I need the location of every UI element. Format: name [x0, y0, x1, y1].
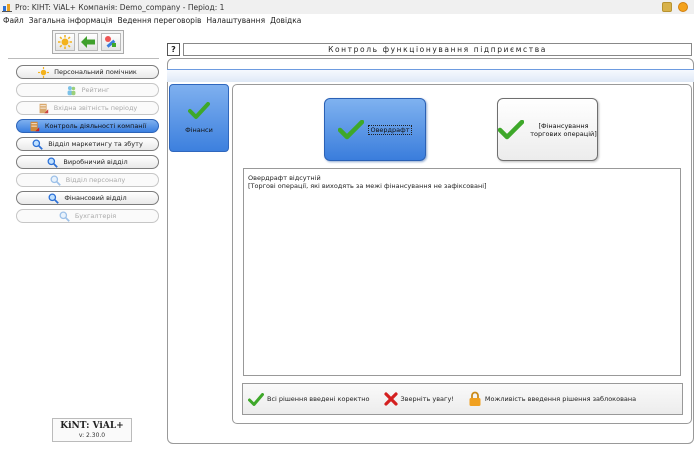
overdraft-label: Овердрафт — [368, 124, 412, 135]
legend-locked: Можливість введення рішення заблокована — [468, 391, 636, 407]
nav-label: Вхідна звітність періоду — [53, 104, 138, 112]
message-line: [Торгові операції, які виходять за межі … — [248, 182, 487, 190]
toolbar-divider — [8, 58, 159, 59]
magnifier-icon — [47, 157, 59, 168]
message-box: Овердрафт відсутній [Торгові операції, я… — [243, 168, 681, 376]
nav-label: Контроль діяльності компанії — [44, 122, 147, 130]
nav-personal-assistant[interactable]: Персональний помічник — [16, 65, 159, 79]
nav-label: Відділ персоналу — [65, 176, 126, 184]
close-button[interactable] — [678, 2, 688, 12]
message-line: Овердрафт відсутній — [248, 174, 321, 182]
legend-attention-label: Зверніть увагу! — [400, 395, 454, 403]
legend-locked-label: Можливість введення рішення заблокована — [484, 395, 637, 403]
magnifier-icon — [50, 175, 61, 186]
header-strip: Контроль функціонування підприємства — [183, 43, 692, 56]
app-icon — [2, 4, 12, 12]
trade-financing-button[interactable]: [Фінансування торгових операцій] — [497, 98, 598, 161]
left-toolbar — [52, 30, 124, 54]
app-version: v: 2.30.0 — [78, 432, 106, 439]
tools-tool-button[interactable] — [101, 33, 122, 51]
nav-company-control[interactable]: Контроль діяльності компанії — [16, 119, 159, 133]
check-icon — [498, 119, 525, 139]
tools-icon — [105, 36, 117, 48]
legend-attention: Зверніть увагу! — [383, 392, 454, 406]
nav-label: Відділ маркетингу та збуту — [48, 140, 143, 148]
nav-accounting[interactable]: Бухгалтерія — [16, 209, 159, 223]
nav-label: Виробничий відділ — [63, 158, 128, 166]
check-icon — [248, 392, 264, 406]
tab-finance[interactable]: Фінанси — [169, 84, 229, 152]
sun-icon — [38, 66, 50, 78]
help-button[interactable]: ? — [167, 43, 180, 56]
tab-band — [167, 69, 694, 82]
nav-label: Рейтинг — [81, 86, 110, 94]
minimize-button[interactable] — [662, 2, 672, 12]
back-tool-button[interactable] — [77, 33, 98, 51]
arrow-left-icon — [80, 36, 95, 48]
nav-label: Бухгалтерія — [74, 212, 117, 220]
menu-file[interactable]: Файл — [3, 16, 24, 25]
tab-label: Фінанси — [185, 126, 213, 134]
legend-ok: Всі рішення введені коректно — [248, 392, 370, 406]
brand-name: KiNT: ViAL+ — [60, 421, 124, 431]
assistant-tool-button[interactable] — [54, 33, 75, 51]
nav-rating[interactable]: Рейтинг — [16, 83, 159, 97]
overdraft-button[interactable]: Овердрафт — [324, 98, 426, 161]
window-title: Pro: KIHT: ViAL+ Компанія: Demo_company … — [15, 2, 225, 12]
magnifier-icon — [48, 193, 60, 204]
magnifier-icon — [32, 139, 44, 150]
nav-personnel[interactable]: Відділ персоналу — [16, 173, 159, 187]
title-bar: Pro: KIHT: ViAL+ Компанія: Demo_company … — [0, 0, 694, 14]
trade-financing-label: [Фінансування торгових операцій] — [530, 121, 597, 138]
nav-incoming-reports[interactable]: Вхідна звітність періоду — [16, 101, 159, 115]
report-icon — [39, 103, 48, 113]
nav-finance[interactable]: Фінансовий відділ — [16, 191, 159, 205]
brand-box: KiNT: ViAL+ v: 2.30.0 — [52, 418, 132, 442]
menu-general-info[interactable]: Загальна інформація — [29, 16, 113, 25]
nav-label: Персональний помічник — [54, 68, 137, 76]
menu-negotiations[interactable]: Ведення переговорів — [117, 16, 201, 25]
left-panel: Персональний помічник Рейтинг Вхідна зві… — [8, 28, 159, 444]
people-icon — [67, 85, 76, 95]
cross-icon — [383, 392, 398, 406]
legend-ok-label: Всі рішення введені коректно — [267, 395, 370, 403]
nav-marketing-sales[interactable]: Відділ маркетингу та збуту — [16, 137, 159, 151]
menu-help[interactable]: Довідка — [270, 16, 301, 25]
check-icon — [188, 102, 210, 119]
menu-settings[interactable]: Налаштування — [206, 16, 265, 25]
legend-bar: Всі рішення введені коректно Зверніть ув… — [242, 383, 683, 415]
sun-icon — [57, 35, 72, 49]
nav-label: Фінансовий відділ — [64, 194, 127, 202]
page-title: Контроль функціонування підприємства — [328, 45, 547, 54]
magnifier-icon — [59, 211, 70, 222]
check-icon — [338, 119, 365, 139]
report-icon — [30, 121, 40, 131]
lock-icon — [469, 391, 481, 406]
nav-production[interactable]: Виробничий відділ — [16, 155, 159, 169]
menu-bar: Файл Загальна інформація Ведення перегов… — [0, 14, 694, 26]
